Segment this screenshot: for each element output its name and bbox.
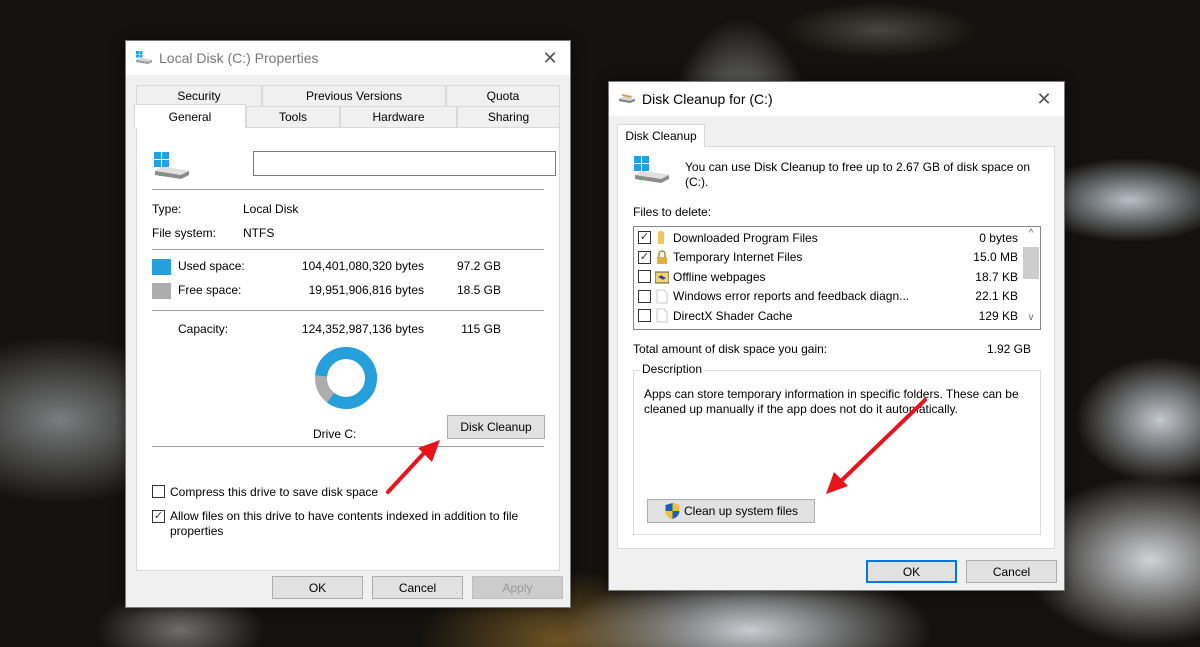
ok-button[interactable]: OK: [272, 576, 363, 599]
description-groupbox: Description Apps can store temporary inf…: [633, 362, 1041, 535]
drive-name-input[interactable]: [253, 151, 556, 176]
file-name: Offline webpages: [673, 269, 766, 284]
total-gain-value: 1.92 GB: [986, 342, 1031, 356]
file-system-value: NTFS: [243, 226, 275, 240]
properties-close-button[interactable]: ✕: [530, 41, 570, 75]
capacity-label: Capacity:: [178, 322, 229, 336]
sync-folder-icon: [654, 269, 670, 284]
broom-drive-icon: [618, 93, 636, 105]
tab-sharing[interactable]: Sharing: [457, 106, 560, 127]
cleanup-titlebar[interactable]: Disk Cleanup for (C:) ✕: [609, 82, 1064, 116]
index-label[interactable]: Allow files on this drive to have conten…: [170, 509, 530, 539]
description-text: Apps can store temporary information in …: [644, 387, 1019, 416]
files-to-delete-label: Files to delete:: [633, 205, 712, 219]
close-icon: ✕: [542, 47, 558, 68]
file-system-label: File system:: [152, 226, 217, 240]
cleanup-intro-text: You can use Disk Cleanup to free up to 2…: [685, 160, 1031, 189]
disk-cleanup-button[interactable]: Disk Cleanup: [447, 415, 545, 439]
file-checkbox[interactable]: [638, 270, 651, 284]
file-checkbox[interactable]: [638, 328, 651, 329]
compress-checkbox[interactable]: [152, 485, 165, 498]
file-name: Temporary Internet Files: [673, 250, 803, 265]
file-name: Windows error reports and feedback diagn…: [673, 289, 910, 304]
divider: [152, 189, 544, 190]
properties-title: Local Disk (C:) Properties: [159, 50, 319, 66]
file-size: 0 bytes: [979, 230, 1018, 245]
total-gain-label: Total amount of disk space you gain:: [633, 342, 828, 356]
compress-label[interactable]: Compress this drive to save disk space: [170, 485, 378, 499]
type-value: Local Disk: [243, 202, 299, 216]
file-list-item[interactable]: DirectX Shader Cache 129 KB: [634, 306, 1022, 326]
scroll-down-icon[interactable]: v: [1022, 312, 1040, 328]
divider: [152, 446, 544, 447]
description-legend: Description: [640, 362, 705, 376]
folder-icon: [655, 230, 669, 245]
tab-security[interactable]: Security: [136, 85, 262, 106]
disk-cleanup-dialog: Disk Cleanup for (C:) ✕ Disk Cleanup You…: [608, 81, 1065, 591]
type-label: Type:: [152, 202, 182, 216]
file-list-item-partial[interactable]: [634, 326, 1022, 329]
file-name: Downloaded Program Files: [673, 230, 818, 245]
capacity-bytes: 124,352,987,136 bytes: [301, 322, 424, 336]
free-space-bytes: 19,951,906,816 bytes: [308, 283, 424, 297]
tab-disk-cleanup[interactable]: Disk Cleanup: [617, 124, 705, 147]
scroll-up-icon[interactable]: ^: [1022, 228, 1040, 244]
tab-hardware[interactable]: Hardware: [340, 106, 457, 127]
properties-dialog: Local Disk (C:) Properties ✕ Security Pr…: [125, 40, 571, 608]
free-space-size: 18.5 GB: [456, 283, 501, 297]
close-icon: ✕: [1036, 88, 1052, 109]
drive-label: Drive C:: [313, 427, 357, 441]
file-list-item[interactable]: ✓ Downloaded Program Files 0 bytes: [634, 228, 1022, 248]
file-list-item[interactable]: ✓ Temporary Internet Files 15.0 MB: [634, 248, 1022, 268]
tab-previous-versions[interactable]: Previous Versions: [262, 85, 446, 106]
used-space-size: 97.2 GB: [456, 259, 501, 273]
cleanup-close-button[interactable]: ✕: [1024, 82, 1064, 116]
file-checkbox[interactable]: ✓: [638, 231, 651, 245]
general-tab-panel: Type: Local Disk File system: NTFS Used …: [136, 127, 560, 571]
clean-up-system-files-button[interactable]: Clean up system files: [647, 499, 815, 523]
file-size: 22.1 KB: [975, 289, 1018, 304]
capacity-size: 115 GB: [461, 322, 501, 336]
document-icon: [655, 308, 669, 323]
apply-button[interactable]: Apply: [472, 576, 563, 599]
files-to-delete-list[interactable]: ✓ Downloaded Program Files 0 bytes ✓ Tempora…: [633, 226, 1041, 330]
file-size: 129 KB: [978, 308, 1018, 323]
properties-titlebar[interactable]: Local Disk (C:) Properties ✕: [126, 41, 570, 75]
lock-icon: [655, 250, 669, 265]
file-list-scrollbar[interactable]: ^ v: [1022, 227, 1040, 329]
tab-quota[interactable]: Quota: [446, 85, 560, 106]
file-checkbox[interactable]: [638, 309, 651, 323]
used-space-bytes: 104,401,080,320 bytes: [301, 259, 424, 273]
cleanup-cancel-button[interactable]: Cancel: [966, 560, 1057, 583]
divider: [152, 310, 544, 311]
usage-donut-chart: [315, 347, 377, 409]
used-space-swatch: [152, 259, 171, 275]
uac-shield-icon: [664, 502, 681, 520]
free-space-label: Free space:: [178, 283, 242, 297]
drive-icon: [633, 156, 671, 184]
file-name: DirectX Shader Cache: [673, 308, 793, 323]
file-size: 15.0 MB: [973, 250, 1018, 265]
index-checkbox[interactable]: ✓: [152, 510, 165, 523]
free-space-swatch: [152, 283, 171, 299]
tab-general[interactable]: General: [134, 104, 246, 128]
file-checkbox[interactable]: [638, 289, 651, 303]
cancel-button[interactable]: Cancel: [372, 576, 463, 599]
scroll-thumb[interactable]: [1023, 247, 1039, 279]
file-size: 18.7 KB: [975, 269, 1018, 284]
drive-icon: [153, 152, 191, 180]
document-icon: [655, 289, 669, 304]
cleanup-ok-button[interactable]: OK: [866, 560, 957, 583]
divider: [152, 249, 544, 250]
file-list-item[interactable]: Windows error reports and feedback diagn…: [634, 287, 1022, 307]
file-checkbox[interactable]: ✓: [638, 250, 651, 264]
tab-tools[interactable]: Tools: [246, 106, 340, 127]
drive-title-icon: [135, 51, 153, 65]
used-space-label: Used space:: [178, 259, 245, 273]
cleanup-title: Disk Cleanup for (C:): [642, 91, 773, 107]
file-list-item[interactable]: Offline webpages 18.7 KB: [634, 267, 1022, 287]
